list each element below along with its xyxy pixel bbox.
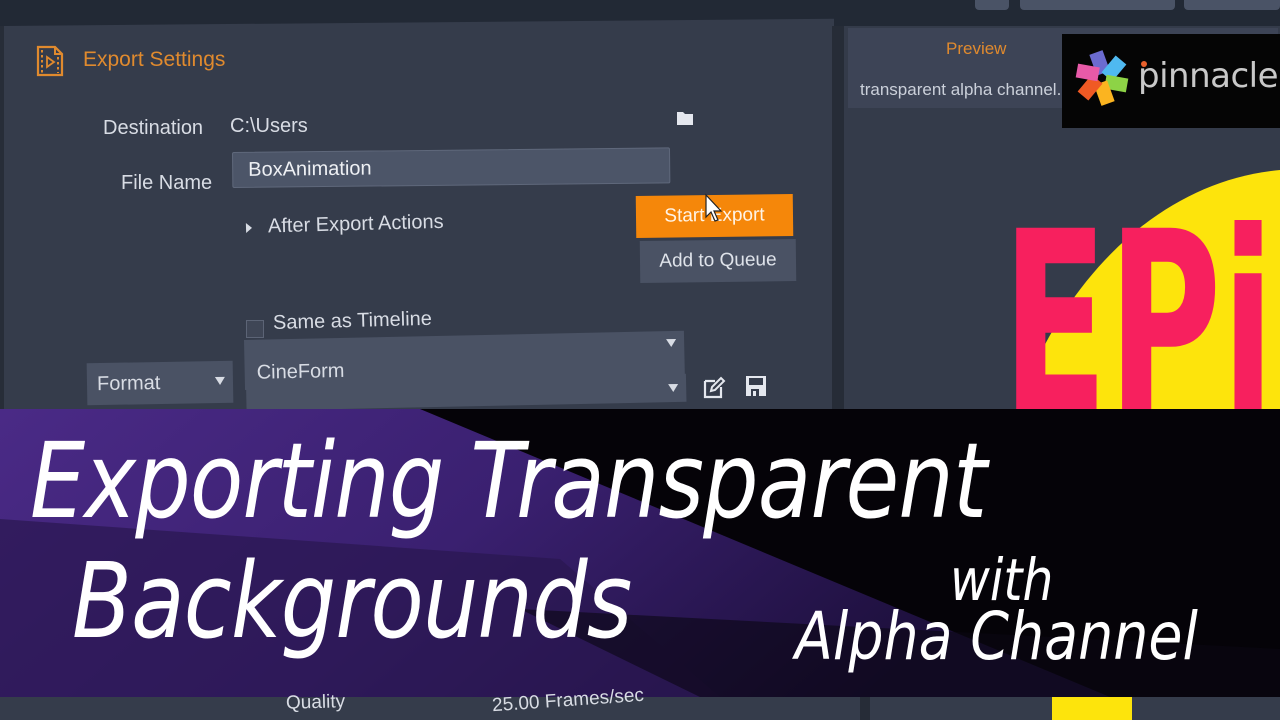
toolbar-button[interactable] bbox=[1184, 0, 1280, 10]
file-name-input[interactable]: BoxAnimation bbox=[232, 147, 671, 188]
save-icon[interactable] bbox=[744, 374, 768, 398]
chevron-down-icon bbox=[214, 376, 226, 386]
destination-value: C:\Users bbox=[230, 115, 308, 137]
destination-label: Destination bbox=[103, 117, 204, 139]
format-label: Format bbox=[96, 371, 161, 396]
folder-icon[interactable] bbox=[676, 110, 694, 126]
same-as-timeline-label: Same as Timeline bbox=[272, 307, 433, 334]
preview-yellow-edge bbox=[1052, 697, 1132, 720]
banner-title-line1: Exporting Transparent bbox=[30, 420, 987, 542]
format-dropdown[interactable]: Format bbox=[86, 360, 234, 406]
panel-title: Export Settings bbox=[83, 48, 226, 71]
mouse-cursor-icon bbox=[705, 193, 723, 222]
add-to-queue-button[interactable]: Add to Queue bbox=[639, 239, 797, 283]
file-name-label: File Name bbox=[121, 172, 213, 194]
banner-title-alpha-channel: Alpha Channel bbox=[795, 598, 1198, 675]
edit-icon[interactable] bbox=[702, 376, 726, 400]
queued-file-item[interactable]: transparent alpha channel.m bbox=[860, 80, 1075, 100]
preview-title-text: EPiS bbox=[1002, 179, 1280, 410]
banner-title-line2: Backgrounds bbox=[72, 540, 632, 662]
chevron-down-icon bbox=[666, 338, 677, 348]
preview-canvas: EPiS bbox=[866, 110, 1280, 410]
panel-divider-bottom bbox=[860, 697, 870, 720]
chevron-down-icon bbox=[668, 383, 679, 393]
after-export-actions-label: After Export Actions bbox=[267, 210, 444, 238]
toolbar-button[interactable] bbox=[1020, 0, 1175, 10]
video-file-icon bbox=[36, 45, 64, 77]
codec-value: CineForm bbox=[256, 359, 345, 384]
toolbar-button[interactable] bbox=[975, 0, 1009, 10]
expand-arrow-icon bbox=[245, 222, 253, 233]
tab-preview[interactable]: Preview bbox=[946, 39, 1006, 59]
pinnacle-pinwheel-icon bbox=[1075, 50, 1129, 106]
same-as-timeline-checkbox[interactable] bbox=[246, 320, 264, 338]
quality-label: Quality bbox=[285, 691, 346, 714]
pinnacle-wordmark: pinnacle bbox=[1138, 56, 1279, 96]
